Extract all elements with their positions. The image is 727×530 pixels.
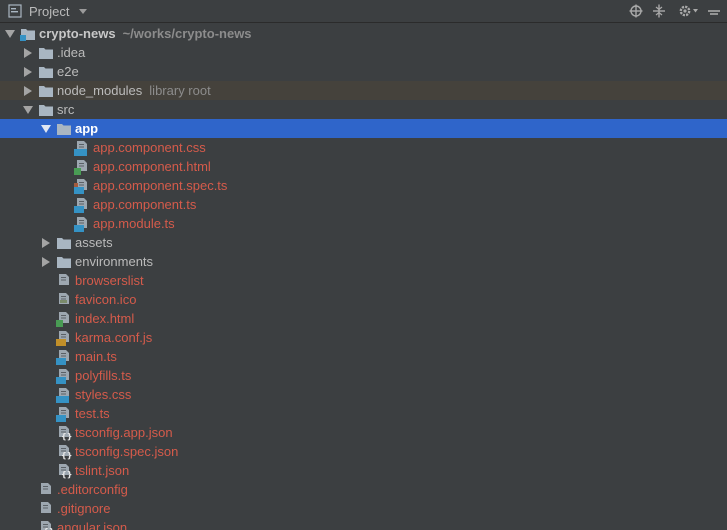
- svg-text:{}: {}: [61, 432, 72, 441]
- svg-text:{}: {}: [61, 470, 72, 479]
- collapsed-arrow-icon[interactable]: [24, 48, 32, 58]
- json-file-icon: {}: [38, 520, 54, 530]
- tree-item-app[interactable]: app: [0, 119, 727, 138]
- expanded-arrow-icon[interactable]: [41, 125, 51, 133]
- tree-item-label: main.ts: [75, 349, 117, 364]
- tree-item-label: crypto-news ~/works/crypto-news: [39, 26, 252, 41]
- tree-item-label: browserslist: [75, 273, 144, 288]
- tree-item-crypto-news[interactable]: crypto-news ~/works/crypto-news: [0, 24, 727, 43]
- expanded-arrow-icon[interactable]: [5, 30, 15, 38]
- tree-item-editorconfig[interactable]: .editorconfig: [0, 480, 727, 499]
- collapse-all-icon[interactable]: [651, 4, 667, 18]
- collapsed-arrow-icon[interactable]: [42, 238, 50, 248]
- tree-item-label: favicon.ico: [75, 292, 137, 307]
- tree-item-label: angular.json: [57, 520, 128, 530]
- tree-item-label: styles.css: [75, 387, 132, 402]
- tree-item-label: tslint.json: [75, 463, 130, 478]
- tree-item-gitignore[interactable]: .gitignore: [0, 499, 727, 518]
- expanded-arrow-icon[interactable]: [23, 106, 33, 114]
- project-view-icon[interactable]: [8, 4, 22, 18]
- tree-item-label: src: [57, 102, 75, 117]
- tree-item-label: .gitignore: [57, 501, 111, 516]
- tree-item-label: .idea: [57, 45, 86, 60]
- tree-item-polyfills-ts[interactable]: polyfills.ts: [0, 366, 727, 385]
- collapsed-arrow-icon[interactable]: [42, 257, 50, 267]
- tree-item-label: app: [75, 121, 99, 136]
- tree-item-label: tsconfig.app.json: [75, 425, 173, 440]
- tree-item-tslint-json[interactable]: {} tslint.json: [0, 461, 727, 480]
- tree-item-label: e2e: [57, 64, 79, 79]
- tree-item-idea[interactable]: .idea: [0, 43, 727, 62]
- tree-item-hint: library root: [149, 83, 211, 98]
- tree-item-label: app.component.css: [93, 140, 206, 155]
- tree-item-label: polyfills.ts: [75, 368, 132, 383]
- tree-item-app-component-spec-ts[interactable]: app.component.spec.ts: [0, 176, 727, 195]
- tree-item-browserslist[interactable]: browserslist: [0, 271, 727, 290]
- tree-item-label: assets: [75, 235, 113, 250]
- dropdown-caret-icon[interactable]: [79, 9, 87, 14]
- collapsed-arrow-icon[interactable]: [24, 67, 32, 77]
- tree-item-assets[interactable]: assets: [0, 233, 727, 252]
- tree-item-node-modules[interactable]: node_modules library root: [0, 81, 727, 100]
- tree-item-favicon-ico[interactable]: favicon.ico: [0, 290, 727, 309]
- svg-text:{}: {}: [61, 451, 72, 460]
- tree-item-label: karma.conf.js: [75, 330, 153, 345]
- tree-item-label: index.html: [75, 311, 135, 326]
- tree-item-main-ts[interactable]: main.ts: [0, 347, 727, 366]
- tree-item-app-component-html[interactable]: app.component.html: [0, 157, 727, 176]
- tree-item-label: tsconfig.spec.json: [75, 444, 179, 459]
- tree-item-src[interactable]: src: [0, 100, 727, 119]
- tree-item-index-html[interactable]: index.html: [0, 309, 727, 328]
- project-tool-window-header: Project: [0, 0, 727, 23]
- tree-item-label: app.component.spec.ts: [93, 178, 228, 193]
- tree-item-angular-json[interactable]: {}angular.json: [0, 518, 727, 530]
- tree-item-label: .editorconfig: [57, 482, 128, 497]
- project-tree[interactable]: crypto-news ~/works/crypto-news .idea e2e no…: [0, 24, 727, 530]
- tree-item-e2e[interactable]: e2e: [0, 62, 727, 81]
- settings-gear-icon[interactable]: [678, 4, 700, 18]
- tree-item-tsconfig-app-json[interactable]: {} tsconfig.app.json: [0, 423, 727, 442]
- tree-item-label: app.module.ts: [93, 216, 175, 231]
- tree-item-test-ts[interactable]: test.ts: [0, 404, 727, 423]
- tree-item-label: app.component.ts: [93, 197, 197, 212]
- project-view-title[interactable]: Project: [29, 4, 69, 19]
- collapsed-arrow-icon[interactable]: [24, 86, 32, 96]
- tree-item-label: environments: [75, 254, 154, 269]
- tree-item-app-module-ts[interactable]: app.module.ts: [0, 214, 727, 233]
- tree-item-app-component-css[interactable]: app.component.css: [0, 138, 727, 157]
- hide-panel-icon[interactable]: [706, 4, 722, 18]
- tree-item-hint: ~/works/crypto-news: [122, 26, 252, 41]
- tree-item-karma-conf-js[interactable]: karma.conf.js: [0, 328, 727, 347]
- tree-item-label: app.component.html: [93, 159, 211, 174]
- tree-item-environments[interactable]: environments: [0, 252, 727, 271]
- tree-item-label: test.ts: [75, 406, 110, 421]
- tree-item-label: node_modules library root: [57, 83, 211, 98]
- tree-item-styles-css[interactable]: styles.css: [0, 385, 727, 404]
- tree-item-tsconfig-spec-json[interactable]: {} tsconfig.spec.json: [0, 442, 727, 461]
- tree-item-app-component-ts[interactable]: app.component.ts: [0, 195, 727, 214]
- locate-target-icon[interactable]: [628, 4, 644, 18]
